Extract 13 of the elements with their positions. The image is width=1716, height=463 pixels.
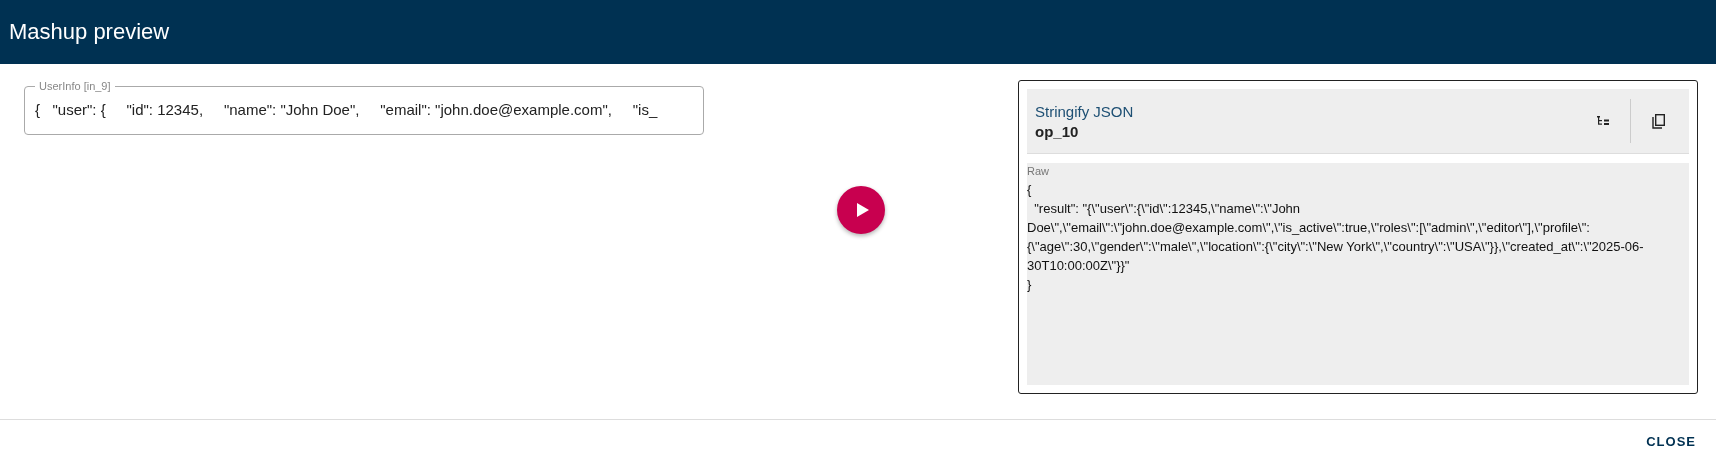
close-button[interactable]: CLOSE: [1638, 428, 1704, 455]
play-icon: [856, 202, 869, 217]
text-field[interactable]: UserInfo [in_9] { "user": { "id": 12345, "name": "John Doe", "email": "john.doe@example.com", "is_: [24, 80, 704, 135]
copy-icon: [1651, 113, 1665, 129]
raw-json-text: { "result": "{\"user\":{\"id\":12345,\"name\":\"John Doe\",\"email\":\"john.doe@example.com\",\"is_active\":true,\"roles\":[\"admin\",\"editor\"],\"profile\":{\"age\":30,\"gender\":\"male\",\"location\":{\"city\":\"New York\",\"country\":\"USA\"}},\"created_at\":\"2025-06-30T10:00:00Z\"}}" }: [1027, 181, 1645, 294]
field-label: UserInfo [in_9]: [39, 80, 111, 92]
run-button[interactable]: [837, 185, 885, 234]
tree-icon: [1597, 116, 1609, 126]
raw-label: Raw: [1027, 165, 1049, 177]
window-title: Mashup preview: [9, 19, 170, 45]
operation-id: op_10: [1035, 122, 1080, 140]
input-field[interactable]: { "user": { "id": 12345, "name": "John Doe", "email": "john.doe@example.com", "is_: [35, 100, 693, 118]
operation-title: Stringify JSON: [1035, 102, 1135, 120]
